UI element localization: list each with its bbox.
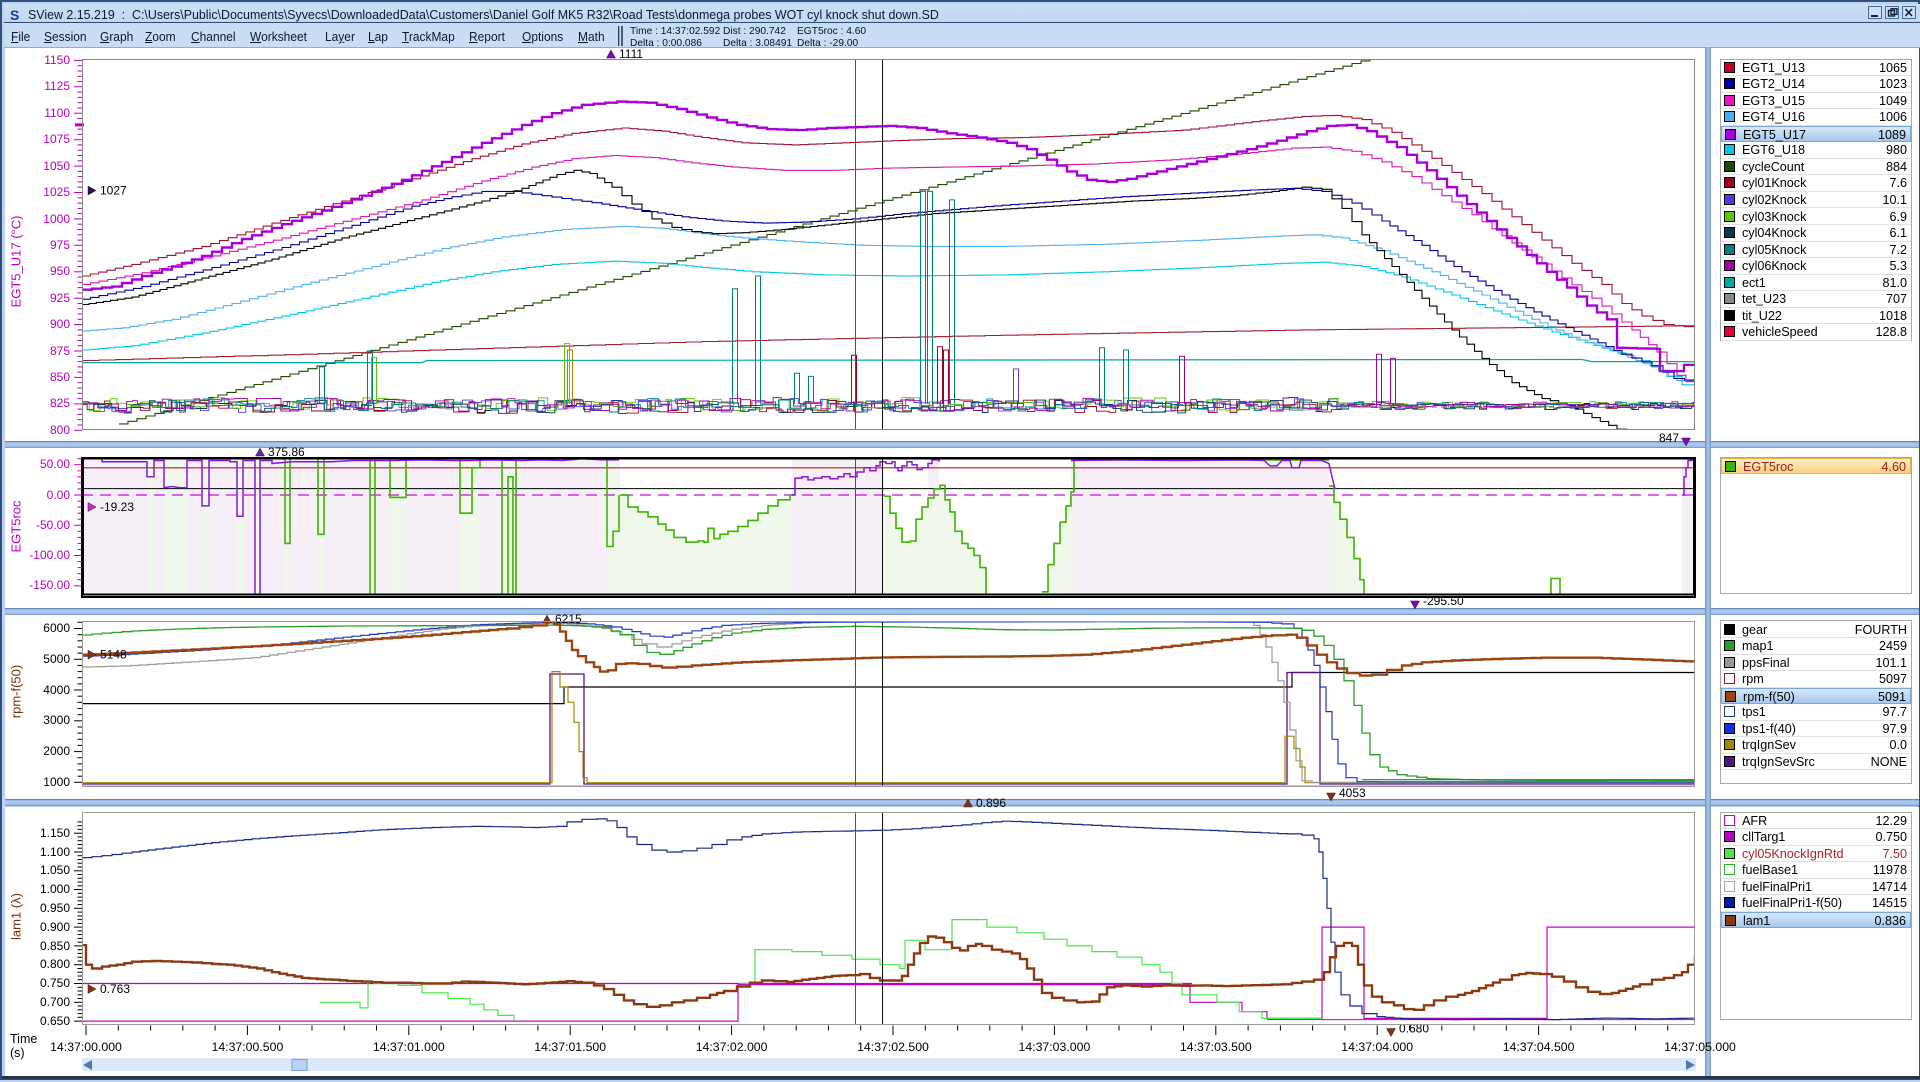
svg-text:5148: 5148 (100, 648, 127, 662)
svg-text:375.86: 375.86 (268, 445, 305, 459)
svg-text:-295.50: -295.50 (1423, 594, 1464, 608)
svg-text:1111: 1111 (619, 47, 643, 61)
svg-text:4053: 4053 (1339, 786, 1366, 800)
svg-text:1027: 1027 (100, 184, 127, 198)
svg-text:847: 847 (1659, 431, 1679, 445)
svg-text:0.680: 0.680 (1399, 1022, 1429, 1036)
svg-text:6215: 6215 (555, 612, 582, 626)
svg-text:0.763: 0.763 (100, 982, 130, 996)
svg-text:0.896: 0.896 (976, 796, 1006, 810)
svg-text:-19.23: -19.23 (100, 500, 134, 514)
